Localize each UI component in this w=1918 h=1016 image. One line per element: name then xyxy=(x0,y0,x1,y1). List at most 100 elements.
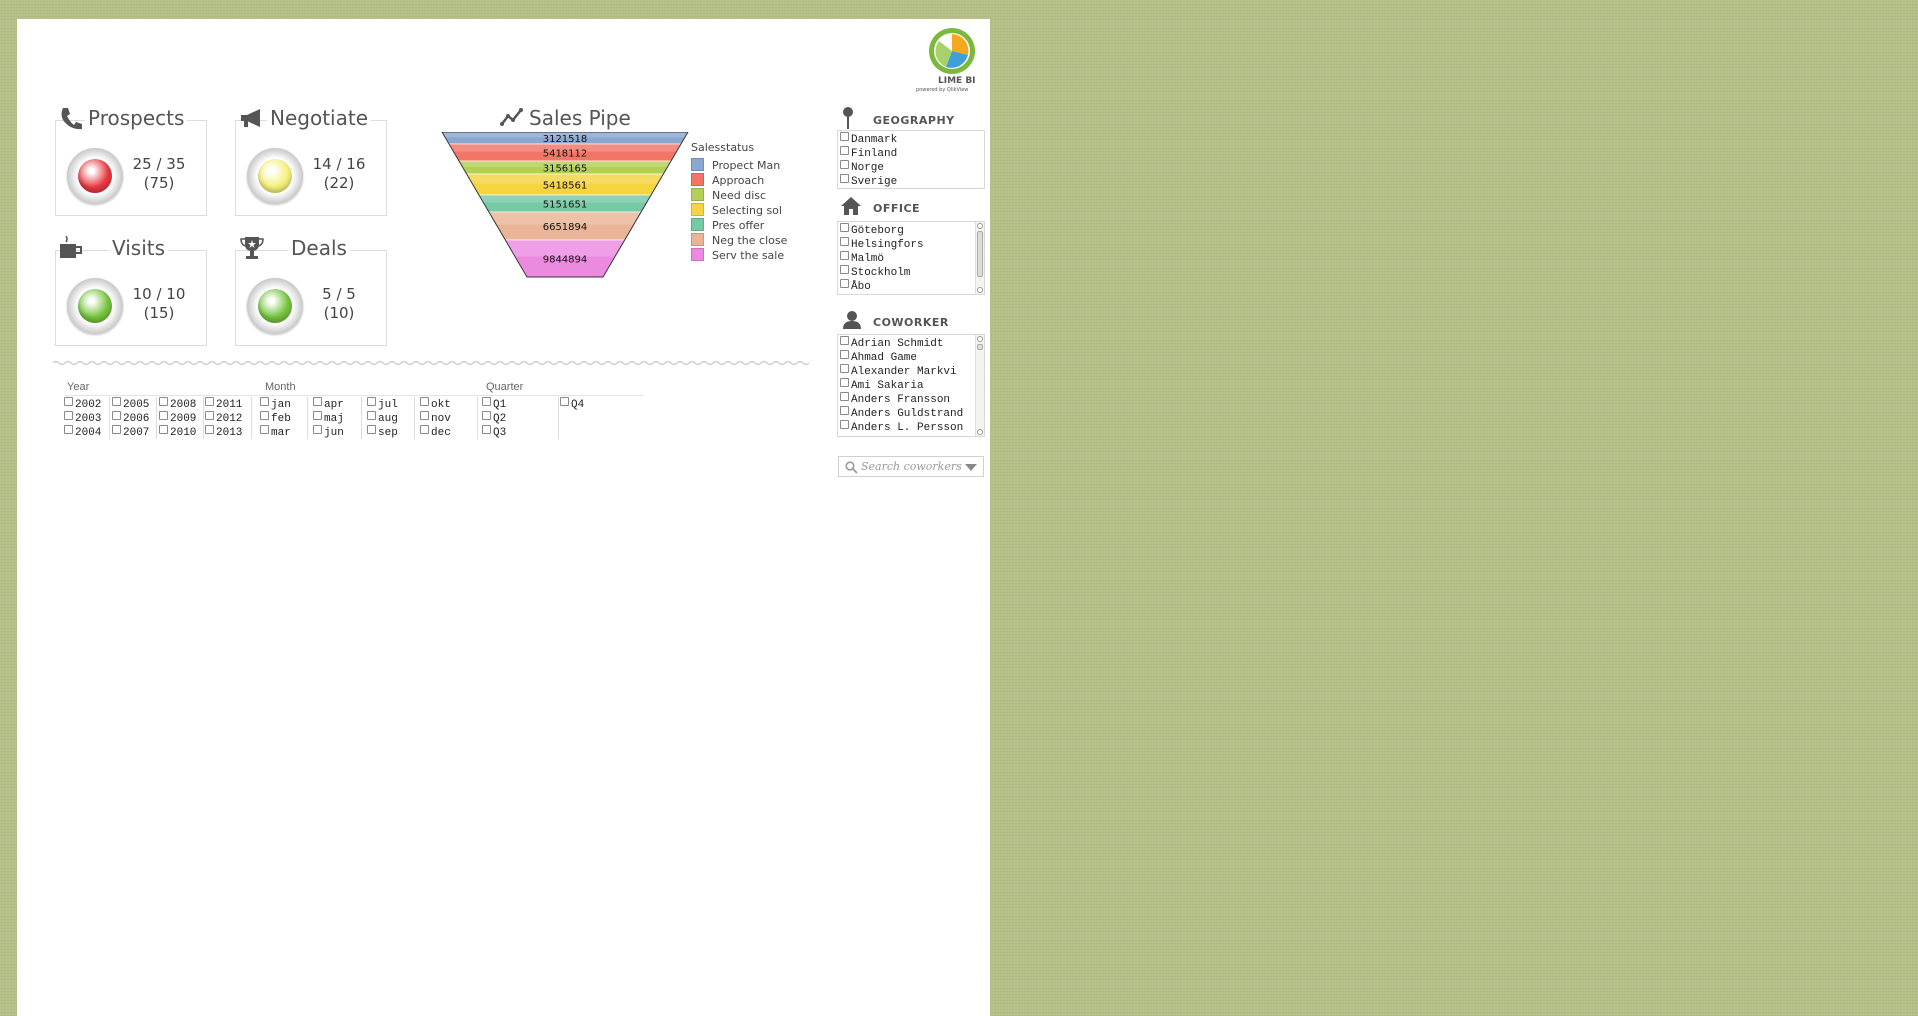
checkbox[interactable] xyxy=(560,397,569,406)
year-option[interactable]: 2002 xyxy=(64,397,101,411)
scroll-down-icon[interactable] xyxy=(977,287,983,293)
month-option[interactable]: jun xyxy=(313,425,344,439)
checkbox[interactable] xyxy=(313,411,322,420)
month-option[interactable]: maj xyxy=(313,411,344,425)
checkbox[interactable] xyxy=(367,411,376,420)
legend-item[interactable]: Serv the sale xyxy=(691,248,784,263)
coworker-option[interactable]: Anders Guldstrand xyxy=(840,406,963,420)
coworker-option[interactable]: Anders Fransson xyxy=(840,392,950,406)
checkbox[interactable] xyxy=(159,411,168,420)
checkbox[interactable] xyxy=(112,425,121,434)
checkbox[interactable] xyxy=(205,411,214,420)
geography-option[interactable]: Danmark xyxy=(840,132,897,146)
checkbox[interactable] xyxy=(840,265,849,274)
checkbox[interactable] xyxy=(159,397,168,406)
year-option[interactable]: 2007 xyxy=(112,425,149,439)
checkbox[interactable] xyxy=(482,411,491,420)
office-option[interactable]: Malmö xyxy=(840,251,884,265)
quarter-option[interactable]: Q2 xyxy=(482,411,506,425)
month-option[interactable]: nov xyxy=(420,411,451,425)
month-option[interactable]: sep xyxy=(367,425,398,439)
office-scroll-thumb[interactable] xyxy=(977,231,983,277)
quarter-option[interactable]: Q3 xyxy=(482,425,506,439)
checkbox[interactable] xyxy=(840,251,849,260)
legend-item[interactable]: Need disc xyxy=(691,188,766,203)
checkbox[interactable] xyxy=(420,411,429,420)
checkbox[interactable] xyxy=(840,223,849,232)
coworker-option[interactable]: Ahmad Game xyxy=(840,350,917,364)
legend-item[interactable]: Pres offer xyxy=(691,218,764,233)
checkbox[interactable] xyxy=(420,397,429,406)
month-option[interactable]: jul xyxy=(367,397,398,411)
checkbox[interactable] xyxy=(482,397,491,406)
checkbox[interactable] xyxy=(840,378,849,387)
checkbox[interactable] xyxy=(840,174,849,183)
coworker-scroll-thumb[interactable] xyxy=(977,344,983,350)
checkbox[interactable] xyxy=(840,132,849,141)
checkbox[interactable] xyxy=(840,146,849,155)
checkbox[interactable] xyxy=(840,160,849,169)
month-option[interactable]: dec xyxy=(420,425,451,439)
checkbox[interactable] xyxy=(420,425,429,434)
month-option[interactable]: aug xyxy=(367,411,398,425)
scroll-down-icon[interactable] xyxy=(977,429,983,435)
month-option[interactable]: mar xyxy=(260,425,291,439)
coworker-option[interactable]: Alexander Markvi xyxy=(840,364,957,378)
coworker-option[interactable]: Anders L. Persson xyxy=(840,420,963,434)
checkbox[interactable] xyxy=(112,411,121,420)
year-option[interactable]: 2011 xyxy=(205,397,242,411)
checkbox[interactable] xyxy=(840,364,849,373)
checkbox[interactable] xyxy=(260,411,269,420)
legend-item[interactable]: Approach xyxy=(691,173,764,188)
checkbox[interactable] xyxy=(313,397,322,406)
year-option[interactable]: 2008 xyxy=(159,397,196,411)
checkbox[interactable] xyxy=(840,336,849,345)
checkbox[interactable] xyxy=(840,350,849,359)
checkbox[interactable] xyxy=(840,392,849,401)
geography-option[interactable]: Finland xyxy=(840,146,897,160)
year-option[interactable]: 2010 xyxy=(159,425,196,439)
geography-option[interactable]: Sverige xyxy=(840,174,897,188)
checkbox[interactable] xyxy=(159,425,168,434)
checkbox[interactable] xyxy=(840,237,849,246)
checkbox[interactable] xyxy=(840,279,849,288)
checkbox[interactable] xyxy=(482,425,491,434)
checkbox[interactable] xyxy=(64,397,73,406)
coworker-search-box[interactable]: Search coworkers xyxy=(838,456,984,477)
office-listbox[interactable]: Göteborg Helsingfors Malmö Stockholm Åbo xyxy=(837,221,985,295)
legend-item[interactable]: Selecting sol xyxy=(691,203,782,218)
year-option[interactable]: 2013 xyxy=(205,425,242,439)
year-option[interactable]: 2004 xyxy=(64,425,101,439)
checkbox[interactable] xyxy=(840,406,849,415)
office-option[interactable]: Stockholm xyxy=(840,265,910,279)
checkbox[interactable] xyxy=(367,397,376,406)
year-option[interactable]: 2005 xyxy=(112,397,149,411)
scroll-up-icon[interactable] xyxy=(977,336,983,342)
checkbox[interactable] xyxy=(840,420,849,429)
scroll-up-icon[interactable] xyxy=(977,223,983,229)
dropdown-arrow-icon[interactable] xyxy=(965,464,977,472)
office-scrollbar[interactable] xyxy=(975,222,984,294)
office-option[interactable]: Helsingfors xyxy=(840,237,924,251)
month-option[interactable]: feb xyxy=(260,411,291,425)
year-option[interactable]: 2003 xyxy=(64,411,101,425)
checkbox[interactable] xyxy=(313,425,322,434)
year-option[interactable]: 2006 xyxy=(112,411,149,425)
quarter-option[interactable]: Q4 xyxy=(560,397,584,411)
geography-option[interactable]: Norge xyxy=(840,160,884,174)
legend-item[interactable]: Propect Man xyxy=(691,158,780,173)
year-option[interactable]: 2012 xyxy=(205,411,242,425)
search-input[interactable]: Search coworkers xyxy=(861,460,962,473)
checkbox[interactable] xyxy=(64,425,73,434)
month-option[interactable]: jan xyxy=(260,397,291,411)
coworker-listbox[interactable]: Adrian Schmidt Ahmad Game Alexander Markvi… xyxy=(837,334,985,437)
coworker-scrollbar[interactable] xyxy=(975,335,984,436)
month-option[interactable]: apr xyxy=(313,397,344,411)
checkbox[interactable] xyxy=(205,397,214,406)
checkbox[interactable] xyxy=(260,397,269,406)
checkbox[interactable] xyxy=(205,425,214,434)
office-option[interactable]: Åbo xyxy=(840,279,871,293)
checkbox[interactable] xyxy=(64,411,73,420)
year-option[interactable]: 2009 xyxy=(159,411,196,425)
checkbox[interactable] xyxy=(367,425,376,434)
